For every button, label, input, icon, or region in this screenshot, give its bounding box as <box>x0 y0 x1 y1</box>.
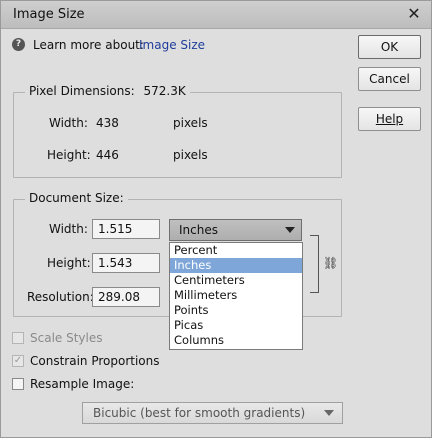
unit-option-percent[interactable]: Percent <box>170 243 302 258</box>
unit-select[interactable]: Inches <box>169 219 302 241</box>
help-button[interactable]: Help <box>358 107 421 131</box>
unit-option-centimeters[interactable]: Centimeters <box>170 273 302 288</box>
resample-method-value: Bicubic (best for smooth gradients) <box>93 406 306 420</box>
dialog-title: Image Size <box>13 7 85 22</box>
doc-width-input[interactable]: 1.515 <box>92 219 160 239</box>
help-button-label: Help <box>375 112 404 126</box>
ok-button[interactable]: OK <box>358 35 421 59</box>
constrain-proportions-label: Constrain Proportions <box>30 354 160 368</box>
unit-option-picas[interactable]: Picas <box>170 318 302 333</box>
pixel-dimensions-group <box>13 92 342 178</box>
scale-styles-label: Scale Styles <box>30 331 103 345</box>
unit-dropdown-list: Percent Inches Centimeters Millimeters P… <box>169 242 303 350</box>
image-size-dialog: Image Size ✕ ? Learn more about: Image S… <box>0 0 432 438</box>
pixel-dimensions-size: 572.3K <box>143 84 186 98</box>
resample-image-checkbox[interactable] <box>12 378 24 390</box>
pixel-height-label: Height: <box>47 148 91 162</box>
resolution-input[interactable]: 289.08 <box>92 287 160 307</box>
pixel-width-unit: pixels <box>173 116 208 130</box>
pixel-dimensions-label: Pixel Dimensions: <box>29 84 135 98</box>
document-size-title: Document Size: <box>25 191 128 205</box>
scale-styles-checkbox[interactable] <box>12 332 24 344</box>
help-circle-icon: ? <box>12 38 25 51</box>
learn-more-link[interactable]: Image Size <box>139 38 205 52</box>
chevron-down-icon <box>285 227 295 233</box>
pixel-width-value: 438 <box>96 116 119 130</box>
doc-height-label: Height: <box>47 256 91 270</box>
unit-select-value: Inches <box>179 223 218 237</box>
unit-option-inches[interactable]: Inches <box>170 258 302 273</box>
learn-more-label: Learn more about: <box>33 38 144 52</box>
doc-width-label: Width: <box>49 222 88 236</box>
resample-method-select[interactable]: Bicubic (best for smooth gradients) <box>82 402 343 424</box>
pixel-height-value: 446 <box>96 148 119 162</box>
resample-image-label: Resample Image: <box>30 377 135 391</box>
title-bar: Image Size ✕ <box>1 1 431 29</box>
unit-option-columns[interactable]: Columns <box>170 333 302 348</box>
chain-link-icon: ⛓ <box>323 256 339 270</box>
unit-option-points[interactable]: Points <box>170 303 302 318</box>
unit-option-millimeters[interactable]: Millimeters <box>170 288 302 303</box>
close-button[interactable]: ✕ <box>405 5 423 23</box>
cancel-button[interactable]: Cancel <box>358 67 421 91</box>
pixel-width-label: Width: <box>49 116 88 130</box>
constrain-proportions-checkbox[interactable]: ✓ <box>12 355 24 367</box>
doc-height-input[interactable]: 1.543 <box>92 253 160 273</box>
pixel-height-unit: pixels <box>173 148 208 162</box>
resolution-label: Resolution: <box>27 290 94 304</box>
pixel-dimensions-title: Pixel Dimensions: 572.3K <box>25 84 190 98</box>
chevron-down-icon <box>324 410 334 416</box>
constrain-link-bracket <box>310 235 319 293</box>
